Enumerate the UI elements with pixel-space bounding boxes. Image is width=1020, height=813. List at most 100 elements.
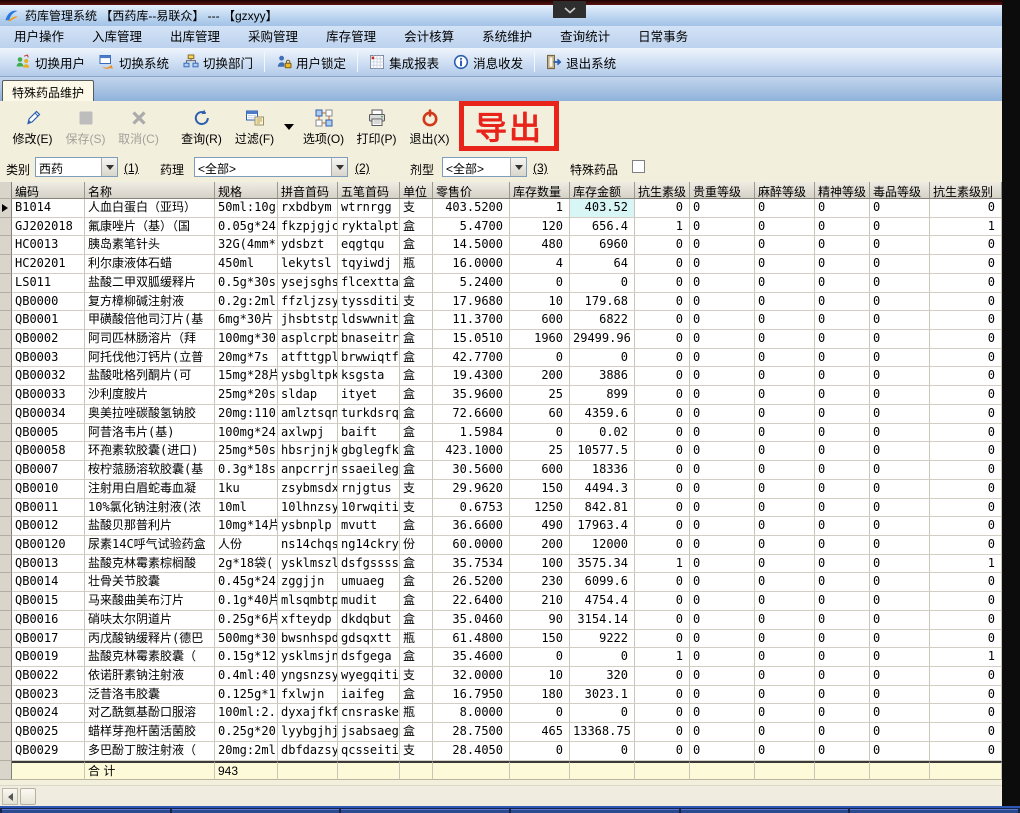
- grid-cell[interactable]: 0: [690, 554, 755, 574]
- grid-cell[interactable]: 0: [815, 723, 870, 742]
- grid-cell[interactable]: 35.9600: [433, 386, 510, 405]
- row-selector-cell[interactable]: [0, 442, 12, 462]
- grid-cell[interactable]: atfttgpl: [278, 348, 338, 368]
- grid-cell[interactable]: ysbnplp: [278, 517, 338, 536]
- grid-cell[interactable]: 9222: [570, 629, 635, 649]
- grid-cell[interactable]: 3575.34: [570, 554, 635, 574]
- grid-cell[interactable]: yngsnzsy: [278, 666, 338, 686]
- grid-cell[interactable]: 0: [815, 423, 870, 443]
- grid-cell[interactable]: 0: [690, 517, 755, 536]
- row-selector-cell[interactable]: [0, 217, 12, 237]
- menu-item-9[interactable]: 日常事务: [624, 26, 702, 48]
- grid-cell[interactable]: 32G(4mm*: [215, 236, 278, 256]
- grid-cell[interactable]: 0: [930, 236, 1002, 256]
- grid-cell[interactable]: 120: [510, 217, 570, 237]
- grid-cell[interactable]: QB00034: [12, 404, 85, 424]
- grid-cell[interactable]: 0: [635, 199, 690, 218]
- grid-cell[interactable]: bnaseitr: [338, 330, 400, 349]
- grid-cell[interactable]: 10ml: [215, 498, 278, 518]
- menu-item-2[interactable]: 入库管理: [78, 26, 156, 48]
- grid-cell[interactable]: 1: [930, 217, 1002, 237]
- grid-cell[interactable]: QB00032: [12, 367, 85, 387]
- grid-cell[interactable]: 0.3g*18s: [215, 461, 278, 480]
- row-selector-cell[interactable]: [0, 479, 12, 499]
- grid-cell[interactable]: 1: [635, 554, 690, 574]
- grid-cell[interactable]: 0: [690, 741, 755, 761]
- grid-cell[interactable]: 盒: [400, 311, 433, 331]
- grid-cell[interactable]: 阿托伐他汀钙片(立普: [85, 348, 215, 368]
- grid-cell[interactable]: 0: [690, 386, 755, 405]
- special-drug-checkbox[interactable]: [632, 160, 645, 173]
- grid-header-14[interactable]: 毒品等级: [870, 182, 930, 199]
- toolbar-switch-system-button[interactable]: 切换系统: [92, 50, 176, 74]
- grid-cell[interactable]: 0: [635, 704, 690, 724]
- dosage-form-select[interactable]: <全部>: [442, 157, 527, 177]
- grid-cell[interactable]: 盒: [400, 217, 433, 237]
- grid-cell[interactable]: 500mg*30: [215, 629, 278, 649]
- grid-cell[interactable]: 0: [930, 498, 1002, 518]
- row-selector-cell[interactable]: [0, 554, 12, 574]
- grid-cell[interactable]: zggjjn: [278, 573, 338, 593]
- grid-cell[interactable]: 899: [570, 386, 635, 405]
- grid-cell[interactable]: 盐酸克林霉素棕榈酸: [85, 554, 215, 574]
- grid-cell[interactable]: 0: [635, 573, 690, 593]
- grid-cell[interactable]: 32.0000: [433, 666, 510, 686]
- grid-cell[interactable]: 丙戊酸钠缓释片(德巴: [85, 629, 215, 649]
- grid-cell[interactable]: 20mg:110: [215, 404, 278, 424]
- grid-cell[interactable]: 0: [690, 666, 755, 686]
- grid-cell[interactable]: 0: [635, 592, 690, 611]
- grid-cell[interactable]: 0: [690, 610, 755, 630]
- grid-cell[interactable]: 盐酸克林霉素胶囊（: [85, 648, 215, 667]
- grid-cell[interactable]: QB0002: [12, 330, 85, 349]
- grid-cell[interactable]: 0: [870, 610, 930, 630]
- grid-cell[interactable]: 15.0510: [433, 330, 510, 349]
- grid-cell[interactable]: 0: [815, 666, 870, 686]
- row-selector-cell[interactable]: [0, 348, 12, 368]
- grid-cell[interactable]: 600: [510, 461, 570, 480]
- grid-cell[interactable]: 壮骨关节胶囊: [85, 573, 215, 593]
- grid-cell[interactable]: 盒: [400, 723, 433, 742]
- grid-cell[interactable]: 0: [755, 311, 815, 331]
- grid-cell[interactable]: 马来酸曲美布汀片: [85, 592, 215, 611]
- grid-cell[interactable]: 1.5984: [433, 423, 510, 443]
- grid-cell[interactable]: 0: [510, 648, 570, 667]
- grid-cell[interactable]: 0: [870, 236, 930, 256]
- grid-cell[interactable]: 瓶: [400, 629, 433, 649]
- grid-cell[interactable]: 12000: [570, 535, 635, 555]
- grid-cell[interactable]: 0: [755, 629, 815, 649]
- grid-cell[interactable]: amlztsqn: [278, 404, 338, 424]
- grid-cell[interactable]: rxbdbym: [278, 199, 338, 218]
- grid-cell[interactable]: 0: [815, 517, 870, 536]
- grid-cell[interactable]: QB00033: [12, 386, 85, 405]
- grid-cell[interactable]: 0: [815, 573, 870, 593]
- grid-cell[interactable]: 100mg*30: [215, 330, 278, 349]
- grid-cell[interactable]: 0: [635, 535, 690, 555]
- grid-cell[interactable]: 0: [755, 255, 815, 274]
- grid-cell[interactable]: 6099.6: [570, 573, 635, 593]
- grid-cell[interactable]: 0: [755, 741, 815, 761]
- grid-cell[interactable]: 11.3700: [433, 311, 510, 331]
- grid-cell[interactable]: 0: [570, 704, 635, 724]
- grid-cell[interactable]: 0.125g*1: [215, 685, 278, 705]
- grid-cell[interactable]: 0: [635, 386, 690, 405]
- grid-cell[interactable]: 200: [510, 367, 570, 387]
- grid-cell[interactable]: QB0019: [12, 648, 85, 667]
- grid-cell[interactable]: 0: [635, 423, 690, 443]
- grid-cell[interactable]: 0: [870, 423, 930, 443]
- grid-cell[interactable]: 0: [510, 348, 570, 368]
- grid-cell[interactable]: 0: [690, 330, 755, 349]
- grid-cell[interactable]: 210: [510, 592, 570, 611]
- toolbar-message-button[interactable]: 消息收发: [446, 50, 530, 74]
- grid-cell[interactable]: 0: [755, 292, 815, 312]
- grid-cell[interactable]: 150: [510, 479, 570, 499]
- grid-cell[interactable]: 0: [755, 554, 815, 574]
- grid-cell[interactable]: QB0022: [12, 666, 85, 686]
- row-selector-cell[interactable]: [0, 236, 12, 256]
- grid-cell[interactable]: 0: [635, 723, 690, 742]
- grid-cell[interactable]: 0.1g*40片: [215, 592, 278, 611]
- grid-cell[interactable]: anpcrrjn: [278, 461, 338, 480]
- grid-cell[interactable]: axlwpj: [278, 423, 338, 443]
- grid-cell[interactable]: QB0005: [12, 423, 85, 443]
- grid-cell[interactable]: 0: [870, 592, 930, 611]
- grid-cell[interactable]: 支: [400, 292, 433, 312]
